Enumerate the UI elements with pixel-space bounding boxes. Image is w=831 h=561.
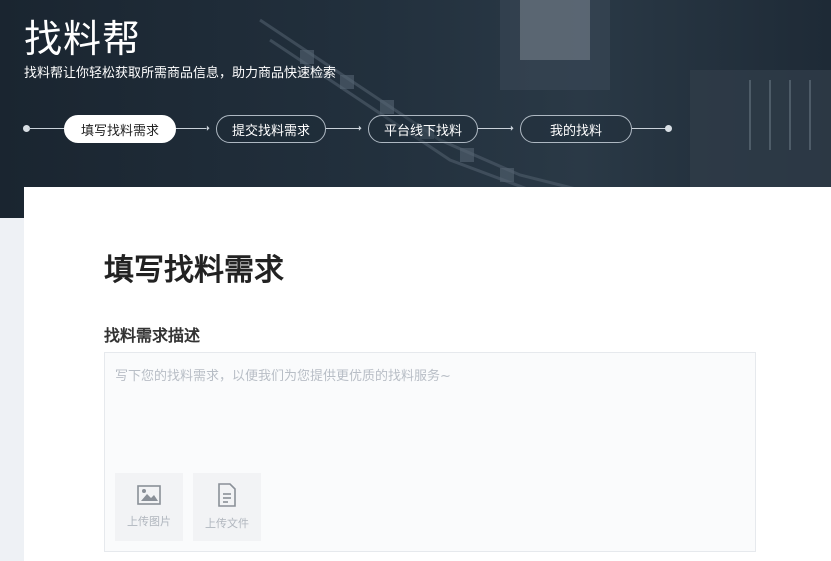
step-fill-request[interactable]: 填写找料需求 xyxy=(64,115,176,143)
steps-connector xyxy=(28,128,64,129)
step-submit-request[interactable]: 提交找料需求 xyxy=(216,115,326,143)
step-label: 填写找料需求 xyxy=(80,123,159,139)
upload-file-label: 上传文件 xyxy=(205,517,249,530)
step-label: 我的找料 xyxy=(549,123,602,139)
step-offline-search[interactable]: 平台线下找料 xyxy=(368,115,478,143)
upload-image-button[interactable]: 上传图片 xyxy=(115,473,183,541)
page-title: 填写找料需求 xyxy=(104,253,284,288)
description-field-box: 上传图片 上传文件 xyxy=(104,352,756,552)
description-label: 找料需求描述 xyxy=(104,326,201,345)
brand-subtitle: 找料帮让你轻松获取所需商品信息，助力商品快速检索 xyxy=(24,66,337,81)
upload-file-button[interactable]: 上传文件 xyxy=(193,473,261,541)
steps-connector xyxy=(632,128,666,129)
upload-image-label: 上传图片 xyxy=(127,515,171,528)
arrow-right-icon: ➝ xyxy=(352,121,363,135)
image-icon xyxy=(137,485,161,505)
description-textarea[interactable] xyxy=(105,353,755,463)
arrow-right-icon: ➝ xyxy=(200,121,211,135)
step-label: 平台线下找料 xyxy=(383,123,462,139)
steps-end-dot xyxy=(665,125,672,132)
form-card: 填写找料需求 找料需求描述 上传图片 上传文件 xyxy=(24,187,831,561)
document-icon xyxy=(218,483,236,507)
brand-title: 找料帮 xyxy=(24,17,142,61)
progress-steps: 填写找料需求 ➝ 提交找料需求 ➝ 平台线下找料 ➝ 我的找料 xyxy=(0,113,700,145)
header-banner: 找料帮 找料帮让你轻松获取所需商品信息，助力商品快速检索 填写找料需求 ➝ 提交… xyxy=(0,0,831,218)
step-label: 提交找料需求 xyxy=(231,123,310,139)
step-my-requests[interactable]: 我的找料 xyxy=(520,115,632,143)
arrow-right-icon: ➝ xyxy=(504,121,515,135)
